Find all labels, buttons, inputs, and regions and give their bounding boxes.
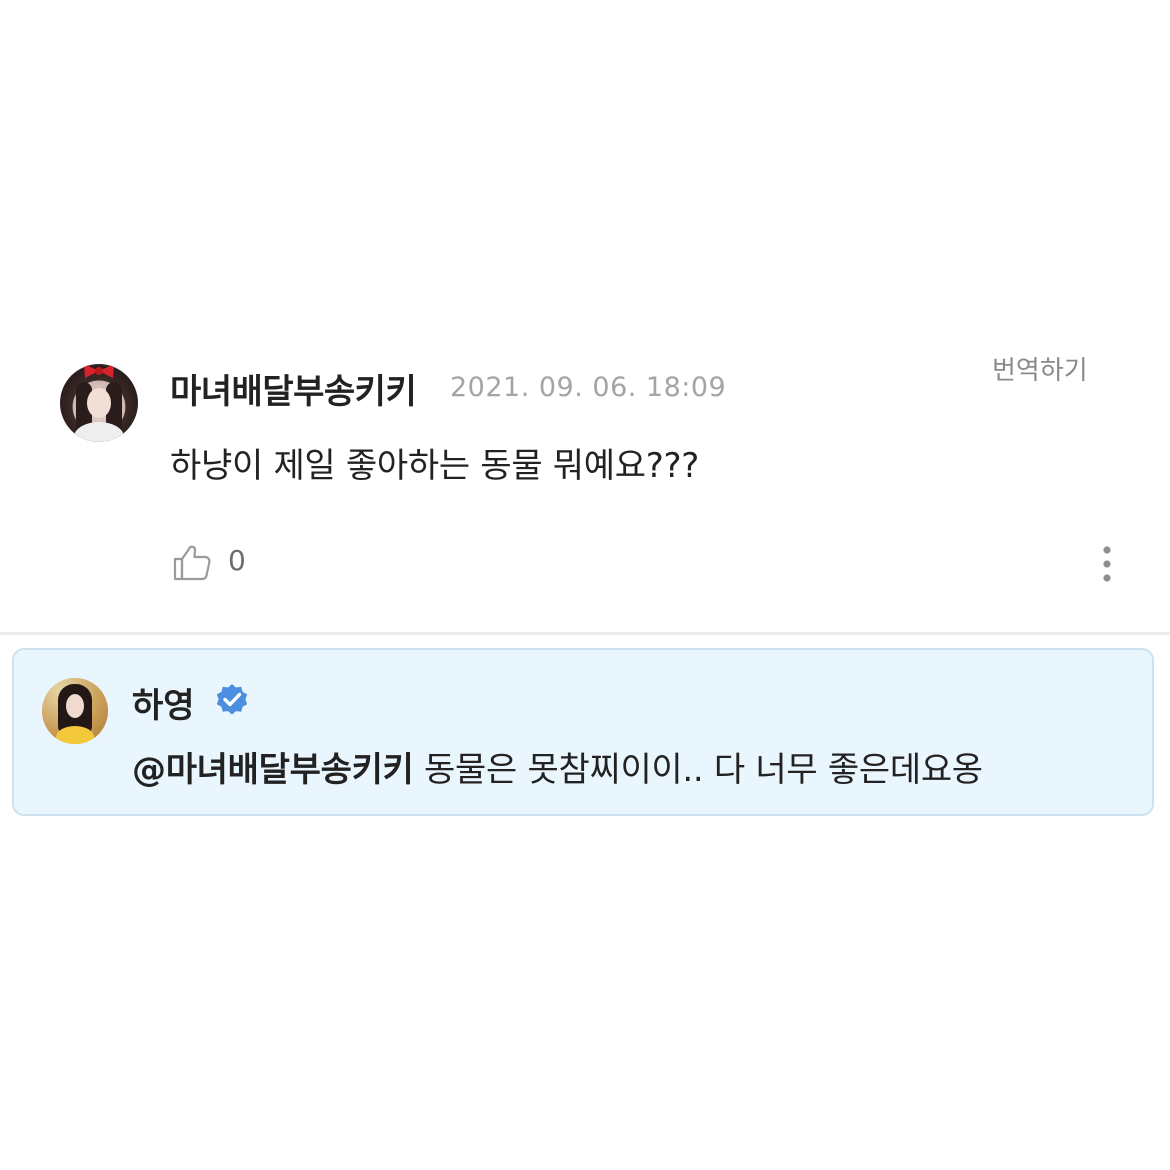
- comment-text: 하냥이 제일 좋아하는 동물 뭐예요???: [170, 446, 699, 486]
- translate-button[interactable]: 번역하기: [992, 350, 1088, 387]
- pinned-reply: 하영 @마녀배달부송키키 동물은 못참찌이이.. 다 너무 좋은데요옹: [12, 648, 1154, 816]
- reply-mention[interactable]: @마녀배달부송키키: [132, 750, 414, 790]
- bow-icon: [84, 364, 114, 378]
- thumbs-up-icon[interactable]: [170, 540, 214, 584]
- avatar-face: [66, 694, 84, 718]
- comment-item: 마녀배달부송키키 2021. 09. 06. 18:09 번역하기 하냥이 제일…: [0, 330, 1170, 630]
- reply-author-avatar[interactable]: [42, 678, 108, 744]
- comment-divider: [0, 632, 1170, 635]
- reply-text: @마녀배달부송키키 동물은 못참찌이이.. 다 너무 좋은데요옹: [132, 742, 983, 791]
- comment-author-avatar[interactable]: [60, 364, 138, 442]
- avatar-face: [87, 388, 111, 418]
- verified-badge-icon: [216, 684, 248, 715]
- reply-message: 동물은 못참찌이이.. 다 너무 좋은데요옹: [413, 750, 983, 790]
- more-vertical-icon[interactable]: [1094, 544, 1120, 584]
- avatar-shirt: [56, 726, 94, 744]
- comment-timestamp: 2021. 09. 06. 18:09: [450, 372, 727, 403]
- reply-author-name[interactable]: 하영: [132, 678, 195, 727]
- comment-author-name[interactable]: 마녀배달부송키키: [170, 364, 417, 413]
- like-count: 0: [228, 544, 246, 577]
